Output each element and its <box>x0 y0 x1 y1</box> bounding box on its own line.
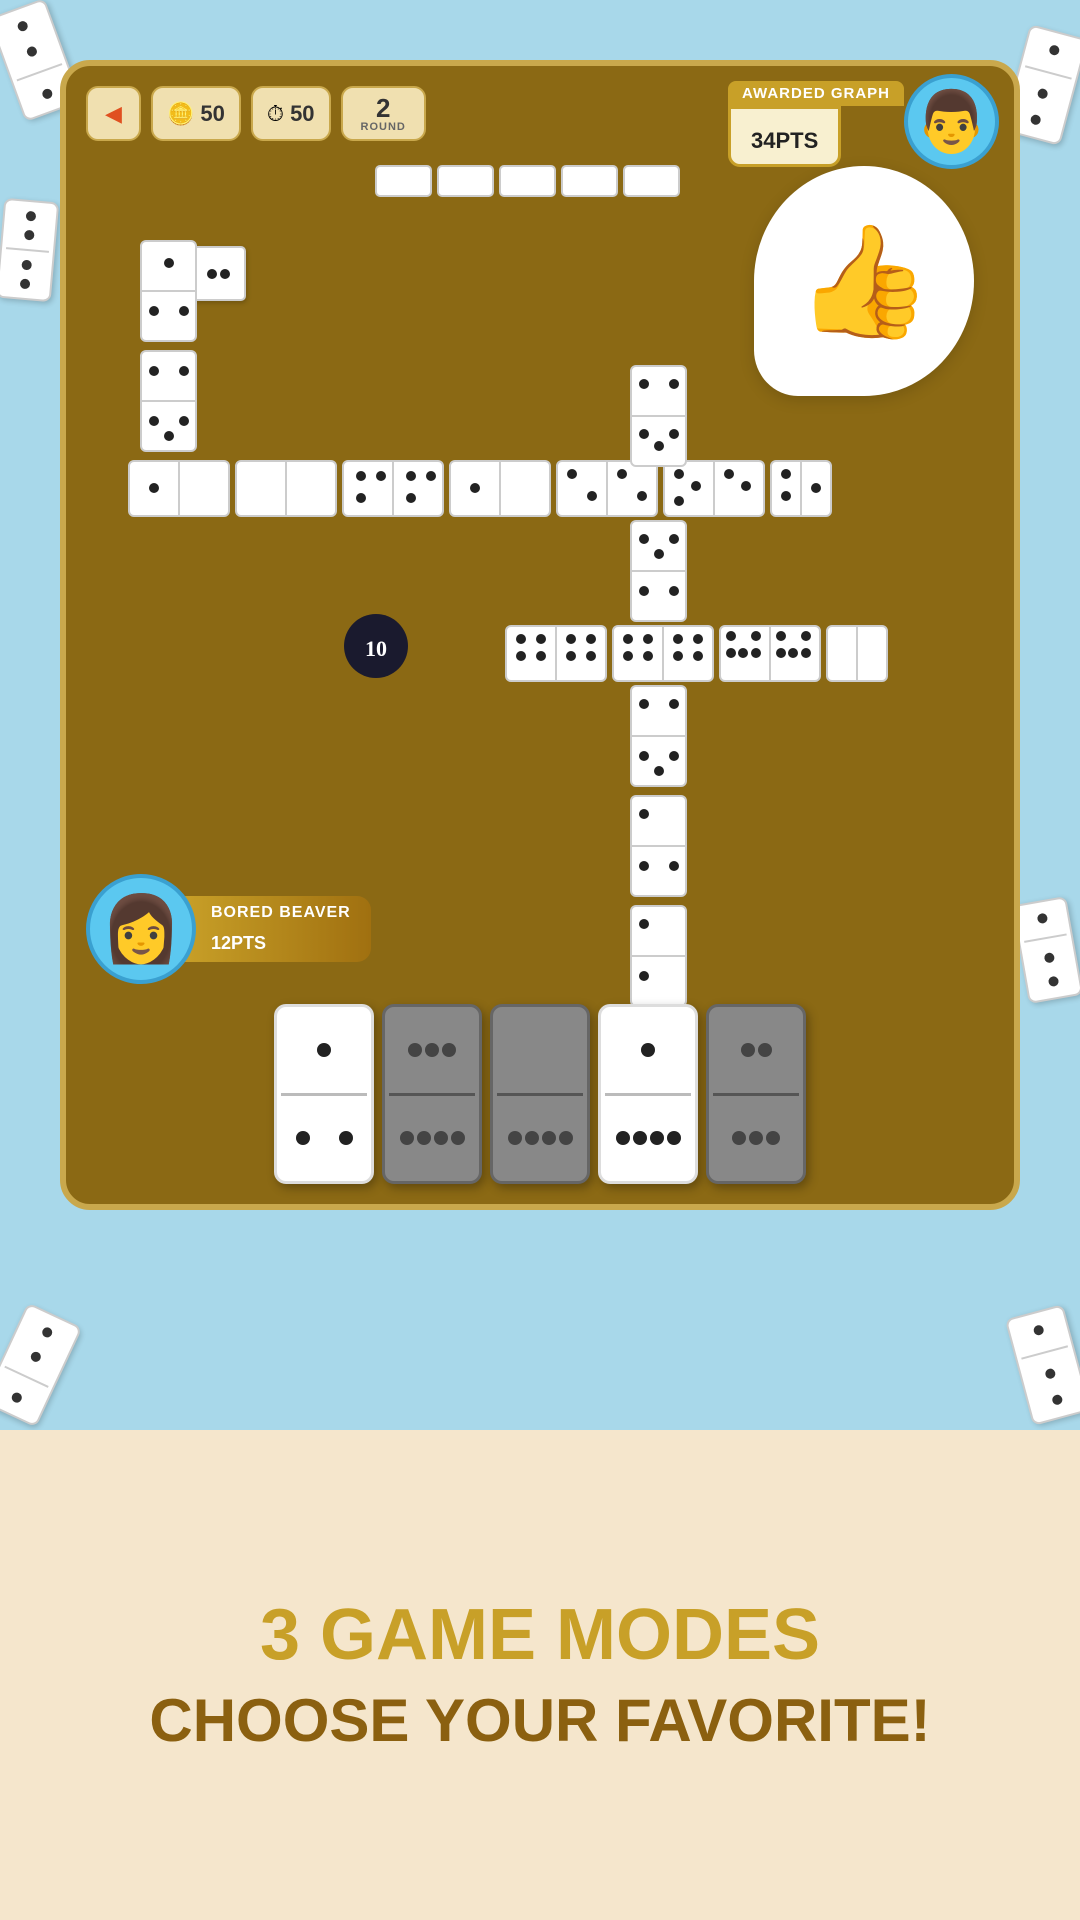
top-bar: 🪙 50 ⏱ 50 2 ROUND <box>86 86 426 141</box>
coins-value: 50 <box>200 101 224 127</box>
coin-icon: 🪙 <box>167 101 194 127</box>
bg-domino-3 <box>0 198 59 302</box>
hand-tile-1[interactable] <box>274 1004 374 1184</box>
svg-text:10: 10 <box>365 636 387 661</box>
game-board: 🪙 50 ⏱ 50 2 ROUND AWARDED GRAPH 34PTS 👨 … <box>60 60 1020 1210</box>
hand-tile-4[interactable] <box>598 1004 698 1184</box>
player-avatar-face: 👩 <box>101 891 182 967</box>
choose-title: CHOOSE YOUR FAVORITE! <box>149 1691 930 1751</box>
opponent-avatar: 👨 <box>904 74 999 169</box>
lives-stat: ⏱ 50 <box>251 86 331 141</box>
hand-tile-5[interactable] <box>706 1004 806 1184</box>
round-box: 2 ROUND <box>341 86 426 141</box>
player-panel: 👩 BORED BEAVER 12PTS <box>86 874 371 984</box>
bg-domino-6 <box>1005 1304 1080 1426</box>
player-pts-suffix: PTS <box>231 933 266 953</box>
awarded-label: AWARDED GRAPH <box>728 81 904 106</box>
player-pts-display: 12PTS <box>211 922 266 954</box>
bg-domino-5 <box>0 1302 82 1427</box>
player-avatar: 👩 <box>86 874 196 984</box>
hand-tile-2[interactable] <box>382 1004 482 1184</box>
opponent-avatar-face: 👨 <box>914 86 989 157</box>
awarded-pts-value: 34 <box>751 128 775 153</box>
player-pts: 12PTS <box>211 920 266 956</box>
bottom-section: 3 GAME MODES CHOOSE YOUR FAVORITE! <box>0 1430 1080 1920</box>
player-name-box: BORED BEAVER 12PTS <box>181 896 371 962</box>
lives-icon: ⏱ <box>267 101 284 127</box>
player-hand <box>274 1004 806 1184</box>
awarded-pts-suffix: PTS <box>775 128 818 153</box>
awarded-panel: AWARDED GRAPH 34PTS <box>728 81 904 167</box>
player-pts-value: 12 <box>211 933 231 953</box>
round-number: 2 <box>376 95 390 121</box>
bg-domino-4 <box>1012 896 1080 1004</box>
lives-value: 50 <box>290 101 314 127</box>
modes-title: 3 GAME MODES <box>260 1599 820 1671</box>
hand-tile-3[interactable] <box>490 1004 590 1184</box>
coins-stat: 🪙 50 <box>151 86 241 141</box>
round-label: ROUND <box>361 121 406 133</box>
back-button[interactable] <box>86 86 141 141</box>
